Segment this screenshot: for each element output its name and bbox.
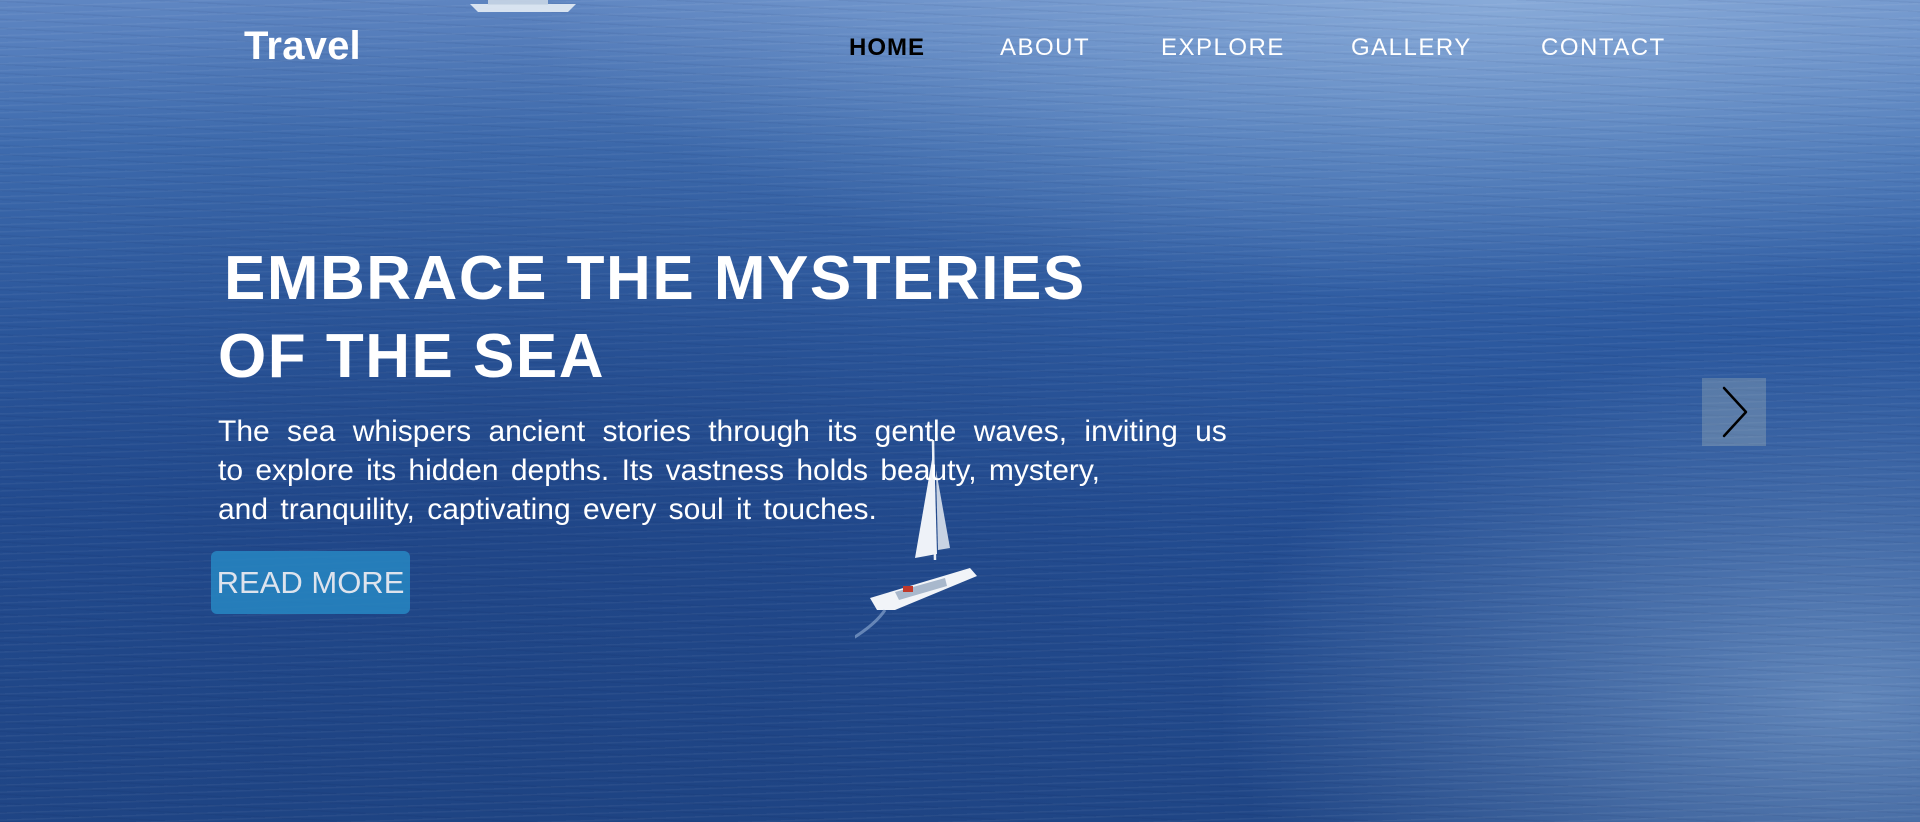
read-more-button[interactable]: READ MORE bbox=[211, 551, 410, 614]
hero-description: The sea whispers ancient stories through… bbox=[218, 412, 1288, 529]
sea-shade bbox=[0, 0, 1920, 822]
sea-texture bbox=[0, 0, 1920, 822]
description-line: The sea whispers ancient stories through… bbox=[218, 415, 1227, 448]
chevron-right-icon bbox=[1722, 386, 1748, 438]
nav-item-contact[interactable]: CONTACT bbox=[1541, 34, 1666, 62]
nav-item-about[interactable]: ABOUT bbox=[1000, 34, 1090, 62]
nav-item-explore[interactable]: EXPLORE bbox=[1161, 34, 1285, 62]
nav-item-home[interactable]: HOME bbox=[849, 34, 925, 62]
hero-headline: EMBRACE THE MYSTERIES OF THE SEA bbox=[218, 240, 1086, 396]
navbar: Travel HOME ABOUT EXPLORE GALLERY CONTAC… bbox=[0, 0, 1920, 96]
next-slide-button[interactable] bbox=[1702, 378, 1766, 446]
headline-line: EMBRACE THE MYSTERIES bbox=[224, 244, 1086, 313]
description-line: and tranquility, captivating every soul … bbox=[218, 493, 877, 526]
headline-line: OF THE SEA bbox=[218, 322, 606, 391]
description-line: to explore its hidden depths. Its vastne… bbox=[218, 454, 1100, 487]
logo[interactable]: Travel bbox=[244, 24, 361, 69]
hero-section: Travel HOME ABOUT EXPLORE GALLERY CONTAC… bbox=[0, 0, 1920, 822]
nav-item-gallery[interactable]: GALLERY bbox=[1351, 34, 1472, 62]
